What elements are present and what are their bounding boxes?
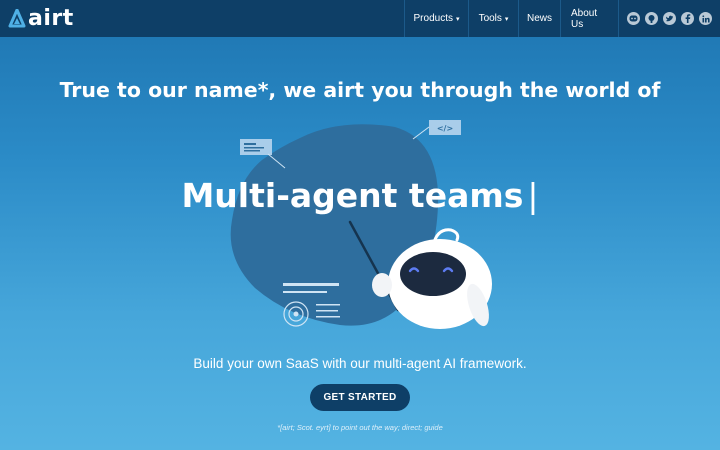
nav-news-label: News xyxy=(527,13,553,24)
hero-headline: True to our name*, we airt you through t… xyxy=(59,78,661,102)
get-started-button[interactable]: GET STARTED xyxy=(310,384,410,411)
chevron-down-icon: ▾ xyxy=(455,15,460,23)
social-links xyxy=(618,0,720,37)
code-badge-text: </> xyxy=(437,124,453,133)
nav-tools-label: Tools xyxy=(478,13,502,24)
nav-tools[interactable]: Tools ▾ xyxy=(468,0,518,37)
github-icon[interactable] xyxy=(645,12,658,25)
nav-about-label: About Us xyxy=(571,7,598,30)
facebook-icon[interactable] xyxy=(681,12,694,25)
nav-news[interactable]: News xyxy=(518,0,560,37)
typed-text: Multi-agent teams xyxy=(181,176,524,215)
hero-subtitle: Build your own SaaS with our multi-agent… xyxy=(193,356,527,371)
code-badge-icon: </> xyxy=(412,120,461,140)
hero-illustration: </> xyxy=(230,120,492,329)
twitter-icon[interactable] xyxy=(663,12,676,25)
nav-products-label: Products xyxy=(413,13,453,24)
logo-mark-icon xyxy=(8,8,26,27)
name-footnote: *[airt; Scot. eyrt] to point out the way… xyxy=(277,423,443,432)
typing-cursor: | xyxy=(527,176,539,215)
nav-about[interactable]: About Us xyxy=(560,0,618,37)
chevron-down-icon: ▾ xyxy=(504,15,509,23)
linkedin-icon[interactable] xyxy=(699,12,712,25)
brand-name: airt xyxy=(28,6,74,31)
discord-icon[interactable] xyxy=(627,12,640,25)
typed-headline: Multi-agent teams | xyxy=(0,176,720,215)
brand-logo[interactable]: airt xyxy=(0,0,404,37)
navbar: airt Products ▾ Tools ▾ News About Us xyxy=(0,0,720,37)
nav-products[interactable]: Products ▾ xyxy=(404,0,468,37)
